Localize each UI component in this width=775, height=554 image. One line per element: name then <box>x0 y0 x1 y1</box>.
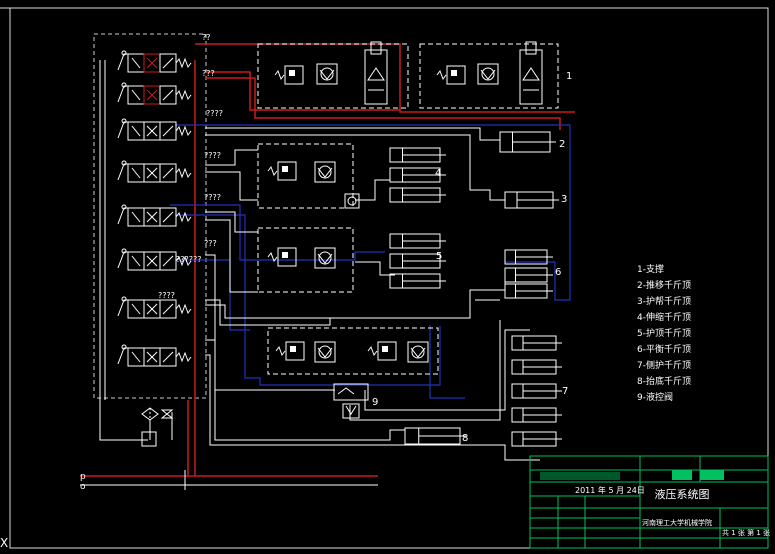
callout-number: 4 <box>435 168 441 179</box>
callout-number: 6 <box>555 267 561 278</box>
check-valve <box>316 63 338 85</box>
control-valve: ??? <box>117 239 217 271</box>
hydraulic-cylinder <box>511 407 562 423</box>
relief-valve <box>436 65 466 85</box>
legend-item: 3-护帮千斤顶 <box>637 297 691 307</box>
relief-valve <box>267 161 297 181</box>
valve-mark: ???? <box>206 109 223 118</box>
drawing-title: 液压系统图 <box>655 487 710 501</box>
legend-item: 8-抬底千斤顶 <box>637 377 691 387</box>
callout-number: 9 <box>372 397 378 408</box>
valve-mark: ???? <box>158 291 175 300</box>
legend-item: 7-侧护千斤顶 <box>637 361 691 371</box>
school-name: 河南理工大学机械学院 <box>642 518 712 527</box>
pilot-valve-symbol <box>337 387 357 415</box>
check-valve <box>314 341 336 363</box>
relief-valve <box>275 341 305 361</box>
valve-mark: ???? <box>204 151 221 160</box>
hydraulic-cylinder <box>499 131 556 153</box>
check-valve <box>407 341 429 363</box>
leg-cylinder <box>364 41 388 105</box>
valve-mark: ???? <box>204 193 221 202</box>
callout-number: 2 <box>559 139 565 150</box>
valve-stack-frame <box>93 33 207 399</box>
hydraulic-cylinder <box>504 267 553 283</box>
hydraulic-cylinder <box>504 283 553 299</box>
legend-item: 9-液控阀 <box>637 393 673 403</box>
relief-valve <box>267 247 297 267</box>
control-valve: ???? <box>117 291 192 367</box>
title-block: 2011 年 5 月 24日 液压系统图 河南理工大学机械学院 共 1 张 第 … <box>529 455 770 549</box>
throttle-icon <box>160 409 174 419</box>
hydraulic-cylinder <box>511 335 562 351</box>
leg-cylinder <box>519 41 543 105</box>
check-valve <box>477 63 499 85</box>
legend-item: 6-平衡千斤顶 <box>637 345 691 355</box>
control-valve: ?? <box>117 33 211 73</box>
callout-number: 5 <box>436 251 442 262</box>
check-valve <box>344 193 360 209</box>
valve-mark: ?????? <box>176 255 201 264</box>
port-o-label: o <box>80 482 86 492</box>
callout-number: 3 <box>561 194 567 205</box>
hydraulic-cylinder <box>404 427 466 445</box>
callout-number: 7 <box>562 386 568 397</box>
relief-valve <box>367 341 397 361</box>
hydraulic-cylinder <box>389 187 446 203</box>
component-legend: 1-支撑 2-推移千斤顶 3-护帮千斤顶 4-伸缩千斤顶 5-护顶千斤顶 6-平… <box>637 262 747 406</box>
title-date: 2011 年 5 月 24日 <box>575 485 645 495</box>
valve-mark: ??? <box>204 239 217 248</box>
hydraulic-cylinder <box>511 431 562 447</box>
hydraulic-cylinder <box>389 147 446 163</box>
valve-mark: ??? <box>202 69 215 78</box>
hydraulic-cylinder <box>511 383 562 399</box>
legend-item: 1-支撑 <box>637 265 664 275</box>
corner-mark: X <box>0 536 8 550</box>
callout-number: 8 <box>462 433 468 444</box>
port-p-label: p <box>80 472 86 482</box>
check-valve <box>314 161 336 183</box>
hydraulic-cylinder <box>504 191 559 209</box>
legend-item: 2-推移千斤顶 <box>637 281 691 291</box>
directional-valves: ?????????????????????????????? <box>117 33 223 421</box>
callout-number: 1 <box>566 71 572 82</box>
relief-valve <box>274 65 304 85</box>
filter-icon <box>141 407 159 421</box>
hydraulic-cylinder <box>389 273 446 289</box>
check-valve <box>314 247 336 269</box>
control-valve: ??? <box>117 69 215 105</box>
legend-item: 5-护顶千斤顶 <box>637 329 691 339</box>
hydraulic-cylinder <box>389 233 446 249</box>
legend-item: 4-伸缩千斤顶 <box>637 313 691 323</box>
sheet-count: 共 1 张 第 1 张 <box>722 528 770 537</box>
valve-mark: ?? <box>202 33 211 42</box>
hydraulic-cylinder <box>511 359 562 375</box>
